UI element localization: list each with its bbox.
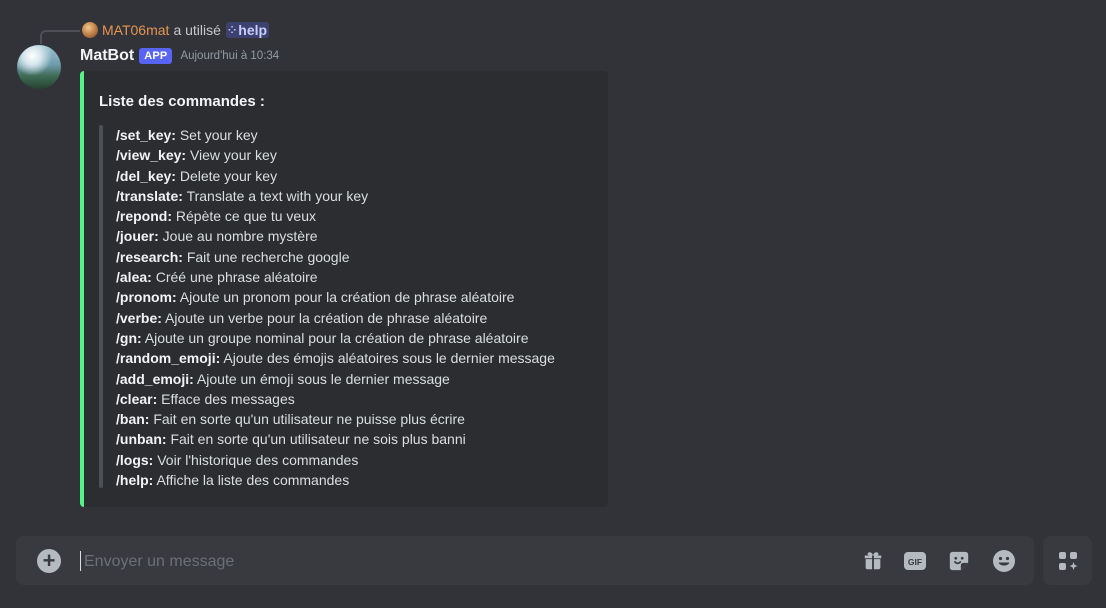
command-list: /set_key: Set your key/view_key: View yo… xyxy=(116,125,555,490)
blockquote-bar xyxy=(99,125,103,488)
emoji-icon xyxy=(993,550,1015,572)
command-item: /gn: Ajoute un groupe nominal pour la cr… xyxy=(116,328,555,348)
command-name: /unban: xyxy=(116,431,167,448)
apps-button[interactable] xyxy=(1043,536,1092,585)
command-name: /add_emoji: xyxy=(116,370,194,387)
command-name: /help: xyxy=(116,472,154,489)
command-name: /pronom: xyxy=(116,289,177,306)
reply-user-avatar[interactable] xyxy=(82,22,98,38)
command-description: Translate a text with your key xyxy=(186,187,369,204)
reply-reference[interactable]: MAT06mat a utilisé ⁘ help xyxy=(82,21,270,39)
command-description: Fait une recherche google xyxy=(186,248,350,265)
command-name: /ban: xyxy=(116,411,150,428)
emoji-button[interactable] xyxy=(991,548,1017,574)
command-description: Ajoute un émoji sous le dernier message xyxy=(196,370,450,387)
command-name: /view_key: xyxy=(116,147,187,164)
text-caret xyxy=(80,551,81,571)
message-embed: Liste des commandes : /set_key: Set your… xyxy=(80,71,608,507)
command-name: /research: xyxy=(116,248,183,265)
gif-icon: GIF xyxy=(904,552,926,570)
command-name: /del_key: xyxy=(116,167,176,184)
message-header: MatBot APP Aujourd'hui à 10:34 xyxy=(80,47,279,65)
command-description: Voir l'historique des commandes xyxy=(157,451,359,468)
command-item: /random_emoji: Ajoute des émojis aléatoi… xyxy=(116,348,555,368)
command-name: /translate: xyxy=(116,187,183,204)
command-item: /alea: Créé une phrase aléatoire xyxy=(116,267,555,287)
reply-connector xyxy=(40,30,80,44)
add-attachment-button[interactable]: + xyxy=(37,549,61,573)
command-item: /translate: Translate a text with your k… xyxy=(116,186,555,206)
message-input[interactable] xyxy=(82,546,786,578)
command-icon: ⁘ xyxy=(227,24,236,36)
command-item: /clear: Efface des messages xyxy=(116,389,555,409)
command-description: Fait en sorte qu'un utilisateur ne puiss… xyxy=(153,411,465,428)
command-item: /jouer: Joue au nombre mystère xyxy=(116,226,555,246)
sticker-icon xyxy=(949,551,969,571)
embed-title: Liste des commandes : xyxy=(99,93,265,110)
command-name: /repond: xyxy=(116,208,172,225)
command-item: /logs: Voir l'historique des commandes xyxy=(116,450,555,470)
plus-icon: + xyxy=(42,548,56,573)
message-timestamp: Aujourd'hui à 10:34 xyxy=(180,50,280,62)
command-description: Créé une phrase aléatoire xyxy=(155,269,318,286)
command-item: /add_emoji: Ajoute un émoji sous le dern… xyxy=(116,369,555,389)
apps-icon xyxy=(1058,551,1077,570)
command-description: Ajoute un verbe pour la création de phra… xyxy=(165,309,488,326)
command-name: /logs: xyxy=(116,451,154,468)
command-description: Ajoute un groupe nominal pour la créatio… xyxy=(144,329,529,346)
command-description: Set your key xyxy=(179,127,258,143)
command-item: /repond: Répète ce que tu veux xyxy=(116,206,555,226)
reply-action-text: a utilisé xyxy=(173,22,221,38)
command-description: Répète ce que tu veux xyxy=(175,208,316,225)
bot-avatar[interactable] xyxy=(17,45,61,89)
command-mention-label: help xyxy=(238,22,268,38)
command-item: /verbe: Ajoute un verbe pour la création… xyxy=(116,308,555,328)
command-name: /set_key: xyxy=(116,127,176,143)
command-item: /ban: Fait en sorte qu'un utilisateur ne… xyxy=(116,409,555,429)
command-name: /random_emoji: xyxy=(116,350,221,367)
gift-icon xyxy=(864,552,882,570)
command-item: /unban: Fait en sorte qu'un utilisateur … xyxy=(116,429,555,449)
bot-name[interactable]: MatBot xyxy=(80,47,134,65)
gift-button[interactable] xyxy=(860,548,886,574)
reply-username[interactable]: MAT06mat xyxy=(102,22,169,38)
command-item: /help: Affiche la liste des commandes xyxy=(116,470,555,490)
command-name: /clear: xyxy=(116,390,158,407)
command-description: Efface des messages xyxy=(161,390,295,407)
command-name: /verbe: xyxy=(116,309,162,326)
command-item: /pronom: Ajoute un pronom pour la créati… xyxy=(116,287,555,307)
command-item: /del_key: Delete your key xyxy=(116,166,555,186)
command-name: /jouer: xyxy=(116,228,159,245)
command-description: View your key xyxy=(189,147,277,164)
app-badge: APP xyxy=(139,48,173,64)
command-description: Delete your key xyxy=(179,167,278,184)
sticker-button[interactable] xyxy=(946,548,972,574)
command-description: Fait en sorte qu'un utilisateur ne sois … xyxy=(170,431,466,448)
command-description: Ajoute des émojis aléatoires sous le der… xyxy=(223,350,555,367)
command-item: /set_key: Set your key xyxy=(116,125,555,145)
command-mention[interactable]: ⁘ help xyxy=(225,22,270,38)
gif-button[interactable]: GIF xyxy=(902,548,928,574)
command-name: /gn: xyxy=(116,329,142,346)
command-description: Affiche la liste des commandes xyxy=(156,472,350,489)
command-name: /alea: xyxy=(116,269,152,286)
command-item: /view_key: View your key xyxy=(116,145,555,165)
message-composer: + GIF xyxy=(16,536,1034,585)
command-description: Ajoute un pronom pour la création de phr… xyxy=(179,289,515,306)
command-item: /research: Fait une recherche google xyxy=(116,247,555,267)
gif-label: GIF xyxy=(908,557,922,567)
command-description: Joue au nombre mystère xyxy=(162,228,318,245)
